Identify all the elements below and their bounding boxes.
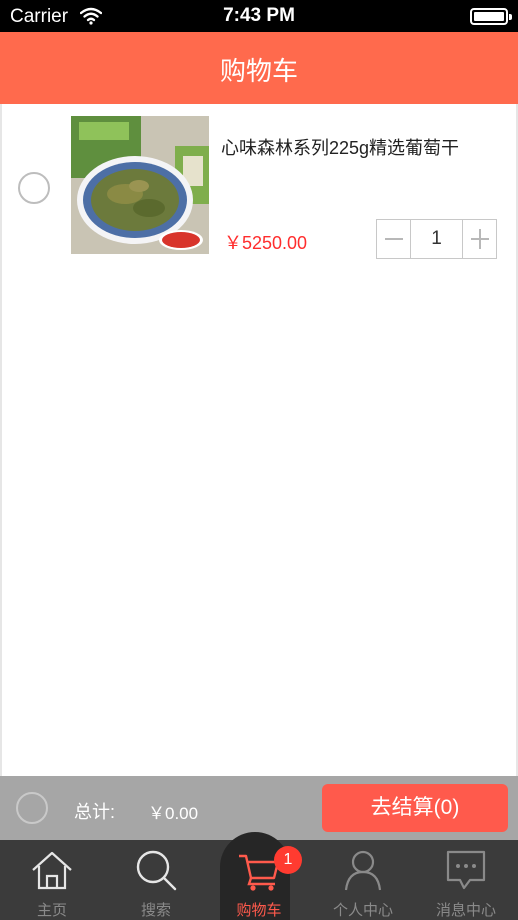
clock: 7:43 PM <box>223 5 295 26</box>
checkout-button[interactable]: 去结算(0) <box>322 784 508 832</box>
user-icon <box>341 848 385 892</box>
status-bar: Carrier 7:43 PM <box>0 0 518 32</box>
tab-home[interactable]: 主页 <box>0 840 104 920</box>
product-name[interactable]: 心味森林系列225g精选葡萄干 <box>221 134 459 160</box>
total-value: ￥0.00 <box>148 804 199 823</box>
quantity-stepper: 1 <box>376 219 497 259</box>
checkout-bar: 总计: ￥0.00 去结算(0) <box>0 776 518 840</box>
minus-icon <box>385 238 403 240</box>
increase-quantity-button[interactable] <box>462 220 496 258</box>
tab-cart-label: 购物车 <box>236 902 282 919</box>
battery-icon <box>470 8 512 25</box>
tab-profile-label: 个人中心 <box>332 902 393 919</box>
product-thumbnail[interactable] <box>71 116 209 254</box>
search-icon <box>134 848 178 892</box>
tab-search[interactable]: 搜索 <box>104 840 208 920</box>
nav-bar: 购物车 <box>0 32 518 104</box>
product-price: ￥5250.00 <box>224 233 308 253</box>
tab-messages-label: 消息中心 <box>435 902 496 919</box>
decrease-quantity-button[interactable] <box>377 220 411 258</box>
tab-bar: 主页 搜索 购物车 个人中心 消息中心 <box>0 832 518 920</box>
tab-profile[interactable]: 个人中心 <box>311 840 415 920</box>
item-select-checkbox[interactable] <box>18 172 50 204</box>
home-icon <box>30 848 74 892</box>
total-label: 总计: <box>74 802 116 822</box>
tab-messages[interactable]: 消息中心 <box>414 840 518 920</box>
cart-badge: 1 <box>274 846 302 874</box>
page-title: 购物车 <box>219 56 298 86</box>
quantity-value[interactable]: 1 <box>411 220 462 258</box>
screen: Carrier 7:43 PM 购物车 心味森林系列225g精选葡萄干 ￥525… <box>0 0 518 920</box>
select-all-checkbox[interactable] <box>16 792 48 824</box>
tab-search-label: 搜索 <box>140 902 171 919</box>
tab-home-label: 主页 <box>36 902 67 919</box>
message-icon <box>444 848 488 892</box>
